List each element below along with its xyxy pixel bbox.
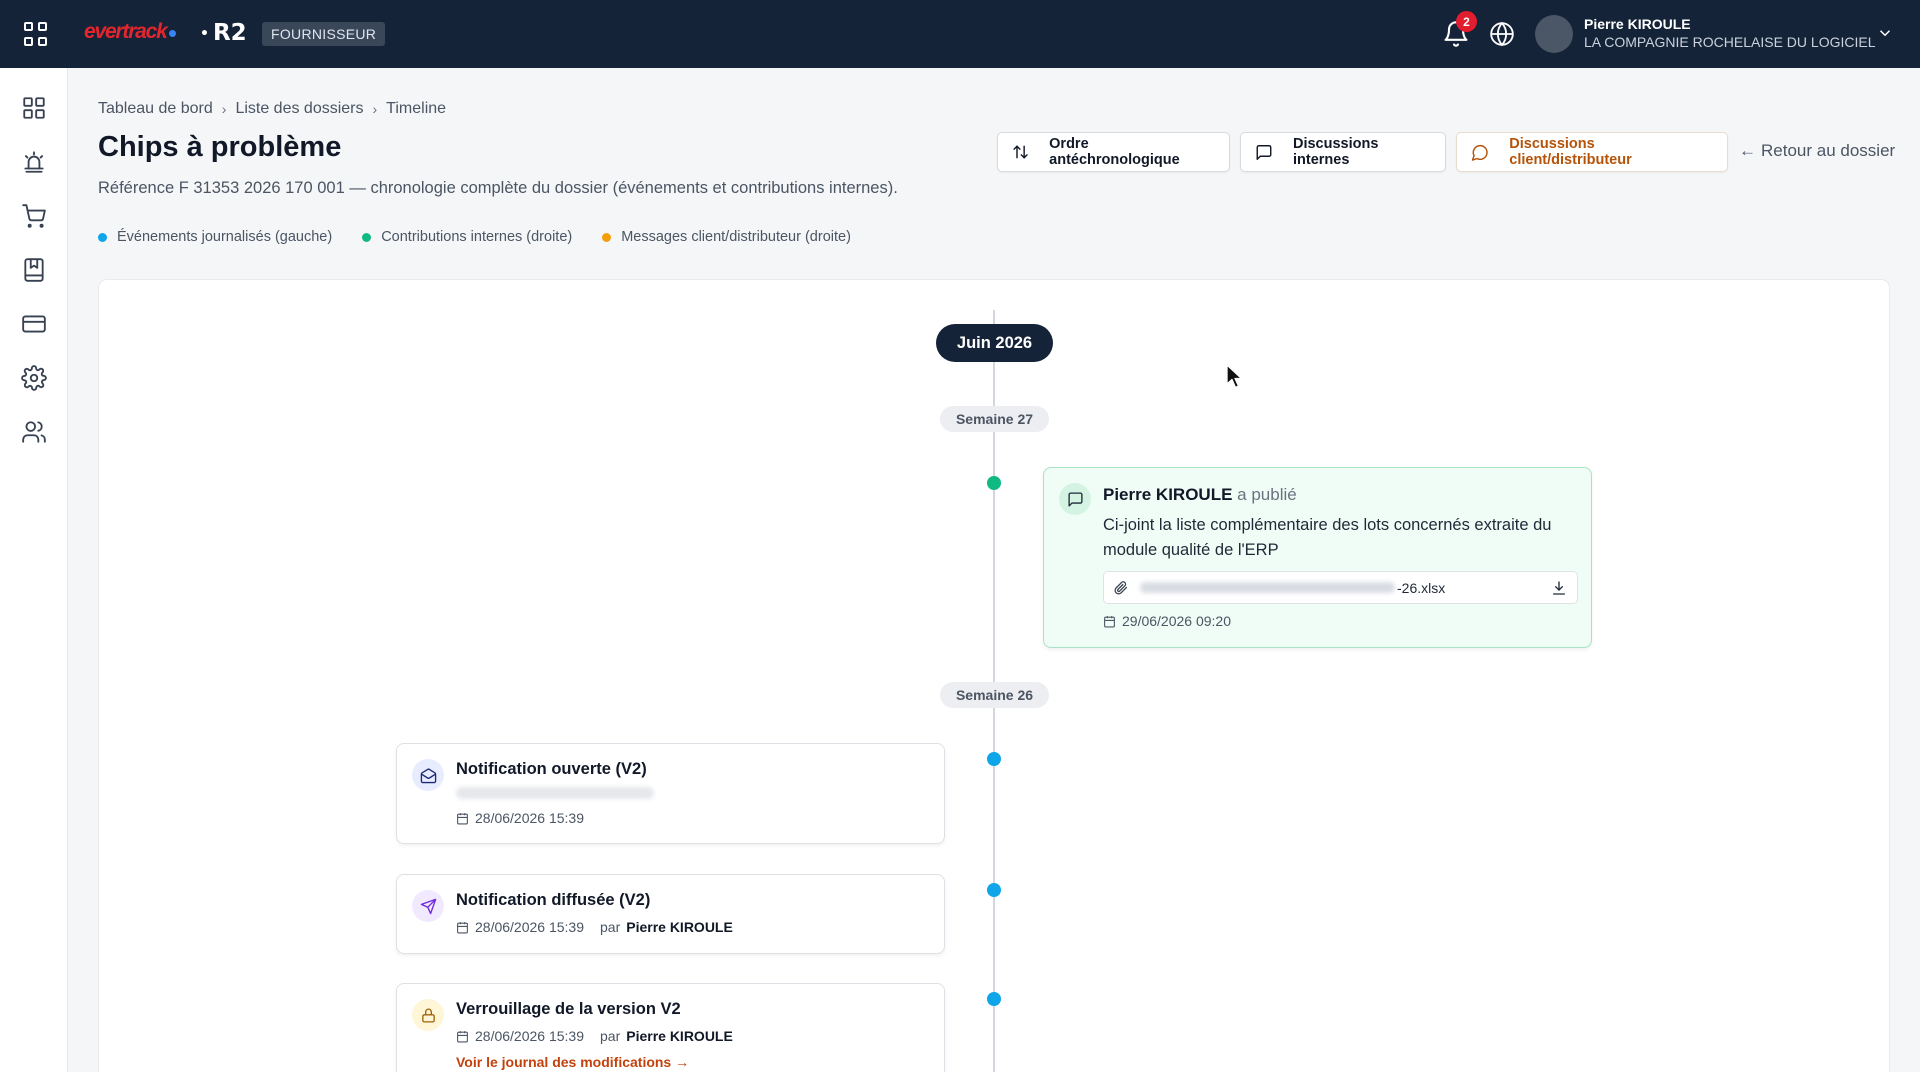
attachment-name: -26.xlsx [1397,579,1446,596]
paperclip-icon [1114,580,1128,594]
lock-icon [412,999,444,1031]
post-header: Pierre KIROULE a publié [1103,485,1297,505]
client-discussions-button[interactable]: Discussions client/distributeur [1456,132,1728,172]
apps-grid-icon[interactable] [24,22,48,46]
send-icon [412,890,444,922]
legend-item-client: Messages client/distributeur (droite) [602,229,851,245]
event-card: Notification diffusée (V2) 28/06/2026 15… [396,874,945,954]
download-icon[interactable] [1551,580,1567,596]
redacted-text [456,787,654,799]
message-circle-icon [1471,144,1488,161]
role-badge: FOURNISSEUR [262,22,386,46]
timeline-dot-event [987,752,1001,766]
post-date: 29/06/2026 09:20 [1103,613,1231,629]
breadcrumb-folders[interactable]: Liste des dossiers [235,100,363,118]
calendar-icon [457,921,468,933]
week-label: Semaine 27 [940,406,1049,432]
notification-count-badge: 2 [1456,11,1477,32]
users-icon[interactable] [21,419,47,445]
cart-icon[interactable] [21,203,47,229]
calendar-icon [457,1030,468,1042]
internal-discussions-button[interactable]: Discussions internes [1240,132,1446,172]
event-title: Verrouillage de la version V2 [456,1000,681,1018]
legend-item-internal: Contributions internes (droite) [362,229,572,245]
card-icon[interactable] [21,311,47,337]
siren-icon[interactable] [21,149,47,175]
avatar[interactable] [1535,15,1573,53]
timeline-dot-internal [987,476,1001,490]
mouse-cursor-icon [1226,364,1243,389]
event-meta: 28/06/2026 15:39 par Pierre KIROULE [456,1028,733,1044]
chevron-right-icon: › [221,101,227,117]
back-to-folder-link[interactable]: ← Retour au dossier [1739,141,1895,161]
mail-open-icon [412,759,444,791]
chevron-down-icon[interactable] [1876,24,1894,42]
attachment-name-redacted [1140,582,1395,593]
sort-arrows-icon [1013,145,1028,159]
order-toggle-button[interactable]: Ordre antéchronologique [997,132,1230,172]
post-action: a publié [1237,485,1297,504]
attachment[interactable]: -26.xlsx [1103,571,1578,604]
page-subtitle: Référence F 31353 2026 170 001 — chronol… [98,179,898,197]
legend: Événements journalisés (gauche) Contribu… [98,229,851,245]
event-meta: 28/06/2026 15:39 par Pierre KIROULE [456,919,733,935]
week-label: Semaine 26 [940,682,1049,708]
event-author: Pierre KIROULE [626,1028,733,1044]
internal-post-card: Pierre KIROULE a publié Ci-joint la list… [1043,467,1592,648]
grid-icon[interactable] [21,95,47,121]
product-name: • R2 [200,20,247,46]
event-date: 28/06/2026 15:39 [456,810,584,826]
arrow-left-icon: ← [1739,141,1756,160]
message-square-icon [1059,483,1091,515]
event-card: Notification ouverte (V2) 28/06/2026 15:… [396,743,945,844]
timeline-dot-event [987,883,1001,897]
book-icon[interactable] [21,257,47,283]
legend-item-events: Événements journalisés (gauche) [98,229,332,245]
message-square-icon [1256,144,1272,160]
globe-icon[interactable] [1489,21,1515,47]
breadcrumb: Tableau de bord › Liste des dossiers › T… [98,100,446,118]
user-name[interactable]: Pierre KIROULE [1584,16,1691,32]
event-title: Notification diffusée (V2) [456,891,651,909]
chevron-right-icon: › [372,101,378,117]
user-company: LA COMPAGNIE ROCHELAISE DU LOGICIEL [1584,34,1876,50]
post-author: Pierre KIROULE [1103,485,1233,504]
top-bar: ever track • R2 FOURNISSEUR 2 Pierre KIROU… [0,0,1920,68]
event-card: Verrouillage de la version V2 28/06/2026… [396,983,945,1072]
changelog-link[interactable]: Voir le journal des modifications → [456,1054,689,1070]
event-author: Pierre KIROULE [626,919,733,935]
calendar-icon [457,812,468,824]
month-label: Juin 2026 [936,324,1053,362]
side-nav [0,68,68,1072]
evertrack-logo[interactable]: ever track [84,20,176,44]
gear-icon[interactable] [21,365,47,391]
calendar-icon [1104,615,1115,627]
post-body: Ci-joint la liste complémentaire des lot… [1103,516,1552,559]
page-title: Chips à problème [98,131,342,163]
timeline-dot-event [987,992,1001,1006]
breadcrumb-dashboard[interactable]: Tableau de bord [98,100,213,118]
breadcrumb-current: Timeline [386,100,447,117]
event-title: Notification ouverte (V2) [456,760,647,778]
